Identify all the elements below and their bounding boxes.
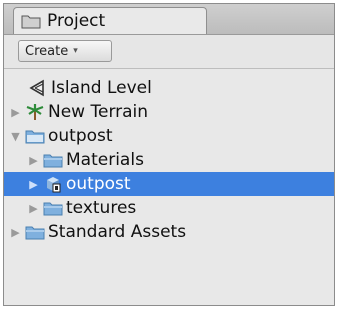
folder-open-icon bbox=[25, 127, 45, 145]
tree-item-outpost-folder[interactable]: ▼ outpost bbox=[4, 124, 334, 148]
unity-scene-icon bbox=[28, 79, 48, 97]
project-panel: Project Create ▾ Island Level ▶ New Terr… bbox=[3, 3, 335, 306]
tree-item-materials[interactable]: ▶ Materials bbox=[4, 148, 334, 172]
tree-item-outpost-prefab[interactable]: ▶ outpost bbox=[4, 172, 334, 196]
folder-icon bbox=[25, 223, 45, 241]
tree-item-label: Standard Assets bbox=[48, 222, 187, 242]
expand-arrow-icon[interactable]: ▶ bbox=[10, 226, 21, 239]
expand-arrow-icon[interactable]: ▶ bbox=[28, 178, 39, 191]
project-toolbar: Create ▾ bbox=[4, 35, 334, 69]
tab-project[interactable]: Project bbox=[13, 7, 207, 34]
asset-tree: Island Level ▶ New Terrain ▼ outpost ▶ M… bbox=[4, 70, 334, 305]
folder-icon bbox=[43, 199, 63, 217]
expand-arrow-icon[interactable]: ▶ bbox=[10, 106, 21, 119]
panel-titlebar: Project bbox=[4, 4, 334, 35]
folder-icon bbox=[43, 151, 63, 169]
tree-item-label: Island Level bbox=[51, 78, 152, 98]
tree-item-label: Materials bbox=[66, 150, 144, 170]
create-button-label: Create bbox=[25, 43, 69, 59]
chevron-down-icon: ▾ bbox=[73, 46, 78, 56]
expand-arrow-icon[interactable]: ▶ bbox=[28, 154, 39, 167]
tree-item-label: New Terrain bbox=[48, 102, 149, 122]
tree-item-textures[interactable]: ▶ textures bbox=[4, 196, 334, 220]
tree-item-label: outpost bbox=[48, 126, 113, 146]
create-button[interactable]: Create ▾ bbox=[18, 40, 112, 62]
tree-item-label: outpost bbox=[66, 174, 131, 194]
prefab-model-icon bbox=[43, 175, 63, 193]
expand-arrow-icon[interactable]: ▶ bbox=[28, 202, 39, 215]
folder-icon bbox=[21, 14, 41, 29]
collapse-arrow-icon[interactable]: ▼ bbox=[10, 130, 21, 143]
tree-item-standard-assets[interactable]: ▶ Standard Assets bbox=[4, 220, 334, 244]
tree-item-island-level[interactable]: Island Level bbox=[4, 76, 334, 100]
tree-item-new-terrain[interactable]: ▶ New Terrain bbox=[4, 100, 334, 124]
tree-item-label: textures bbox=[66, 198, 137, 218]
terrain-icon bbox=[25, 103, 45, 121]
tab-project-label: Project bbox=[47, 11, 106, 31]
